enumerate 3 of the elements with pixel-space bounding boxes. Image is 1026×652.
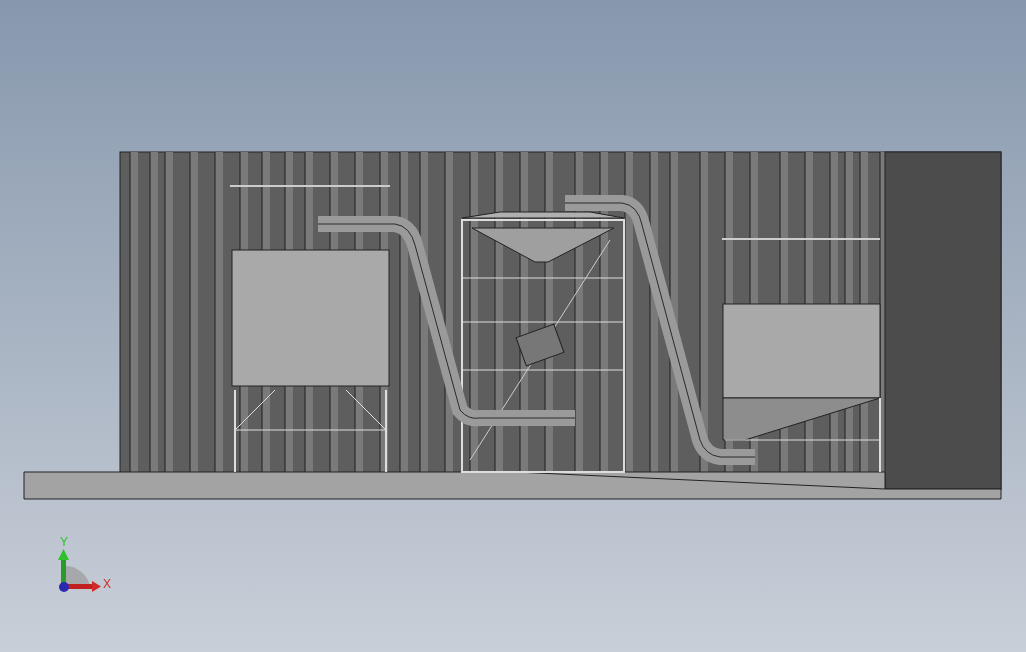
x-axis-label: X [103, 577, 111, 591]
y-axis-label: Y [60, 535, 68, 549]
axis-triad-icon [58, 549, 101, 592]
